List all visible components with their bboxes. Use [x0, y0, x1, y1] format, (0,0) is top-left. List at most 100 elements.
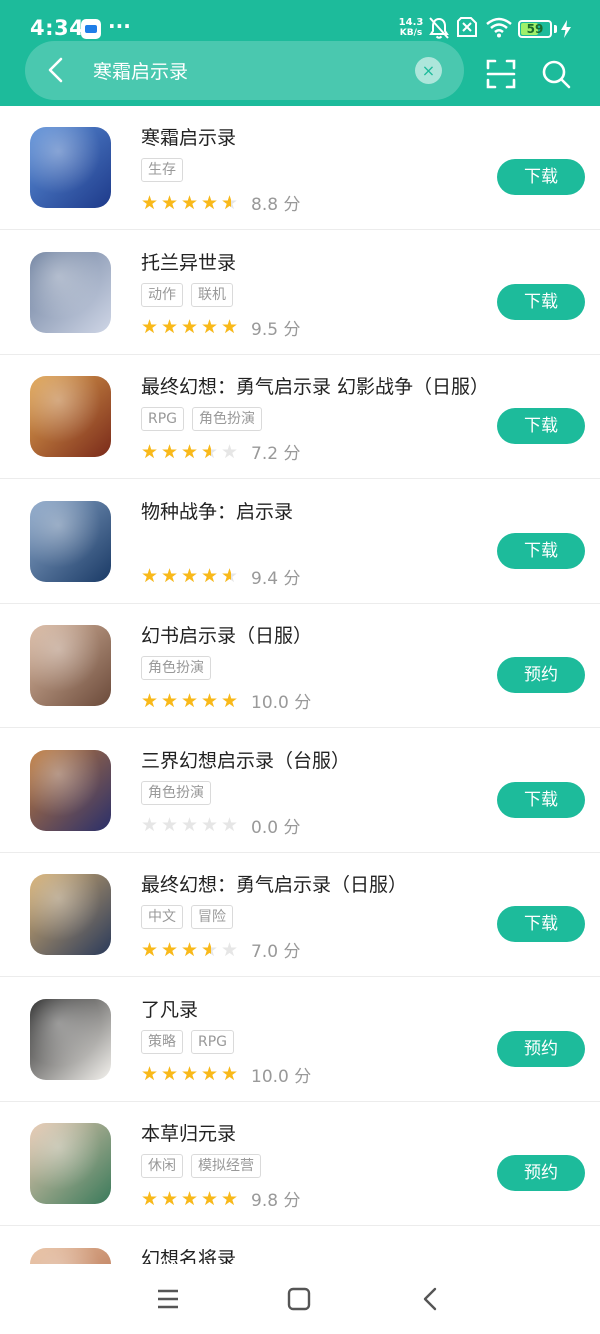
reserve-button[interactable]: 预约	[497, 657, 585, 693]
header: 4:34 ··· 14.3 KB/s 59 寒霜启示录 ×	[0, 0, 600, 106]
app-tag: 角色扮演	[141, 656, 211, 680]
search-icon[interactable]	[540, 58, 572, 90]
app-icon[interactable]	[30, 625, 111, 706]
rating-stars: ★ ★ ★ ★ ★ ★ ★ ★ ★	[141, 940, 241, 960]
star-icon: ★ ★	[201, 1187, 219, 1210]
app-row[interactable]: 幻想名将录	[0, 1227, 600, 1265]
app-rating: ★ ★ ★ ★ ★ ★ ★ ★ ★ ★ 10.0 分	[141, 688, 312, 714]
battery-level: 59	[526, 22, 544, 36]
app-tags: 策略 RPG	[141, 1029, 242, 1054]
app-rating: ★ ★ ★ ★ ★ ★ ★ ★ ★ ★ 9.8 分	[141, 1186, 300, 1212]
wifi-icon	[486, 17, 512, 38]
star-icon: ★ ★	[221, 1063, 239, 1085]
back-arrow-icon[interactable]	[41, 55, 71, 85]
star-icon: ★	[221, 938, 239, 961]
home-icon[interactable]	[286, 1286, 312, 1312]
app-rating: ★ ★ ★ ★ ★ ★ ★ ★ ★ 7.0 分	[141, 937, 300, 963]
star-icon: ★	[221, 814, 239, 836]
app-icon[interactable]	[30, 251, 111, 333]
app-tags: 角色扮演	[141, 780, 219, 805]
network-speed-unit: KB/s	[399, 28, 423, 38]
app-name[interactable]: 托兰异世录	[141, 248, 236, 275]
app-name[interactable]: 寒霜启示录	[141, 123, 236, 150]
app-row[interactable]: 三界幻想启示录（台服） 角色扮演 ★ ★ ★ ★ ★ 0.0 分 下载	[0, 729, 600, 853]
star-icon: ★ ★	[201, 689, 219, 712]
app-name[interactable]: 最终幻想：勇气启示录 幻影战争（日服）	[141, 372, 489, 399]
download-button[interactable]: 下载	[497, 906, 585, 942]
star-icon: ★ ★	[141, 689, 159, 712]
download-button[interactable]: 下载	[497, 283, 585, 320]
rating-stars: ★ ★ ★ ★ ★ ★ ★ ★ ★ ★	[141, 317, 241, 337]
app-row[interactable]: 幻书启示录（日服） 角色扮演 ★ ★ ★ ★ ★ ★ ★ ★ ★ ★ 10.0 分预约	[0, 604, 600, 728]
star-icon: ★ ★	[201, 1063, 219, 1085]
star-icon: ★ ★	[161, 191, 179, 214]
app-tags: 动作 联机	[141, 282, 241, 307]
app-row[interactable]: 最终幻想：勇气启示录（日服） 中文 冒险 ★ ★ ★ ★ ★ ★ ★ ★ ★ 7.0 分下载	[0, 853, 600, 977]
app-icon[interactable]	[30, 500, 111, 582]
app-name[interactable]: 幻想名将录	[141, 1244, 236, 1265]
app-icon[interactable]	[30, 376, 111, 457]
star-icon: ★ ★	[141, 565, 159, 587]
app-row[interactable]: 本草归元录休闲 模拟经营 ★ ★ ★ ★ ★ ★ ★ ★ ★ ★ 9.8 分 预约	[0, 1102, 600, 1226]
app-rating: ★ ★ ★ ★ ★ ★ ★ ★ ★ 7.2 分	[141, 439, 300, 465]
network-speed-value: 14.3	[398, 17, 424, 28]
app-row[interactable]: 物种战争：启示录 ★ ★ ★ ★ ★ ★ ★ ★ ★ ★ 9.4 分下载	[0, 480, 600, 604]
star-icon: ★	[161, 814, 179, 836]
app-name[interactable]: 本草归元录	[141, 1119, 236, 1146]
app-icon[interactable]	[30, 874, 111, 955]
scan-icon[interactable]	[485, 58, 517, 90]
app-tag: 角色扮演	[192, 407, 263, 431]
rating-stars: ★ ★ ★ ★ ★	[141, 815, 241, 835]
star-icon: ★ ★	[141, 316, 159, 338]
download-button[interactable]: 下载	[497, 781, 585, 818]
back-icon[interactable]	[418, 1286, 444, 1312]
app-icon[interactable]	[30, 1123, 111, 1204]
app-icon[interactable]	[30, 998, 111, 1080]
app-name[interactable]: 幻书启示录（日服）	[141, 621, 312, 648]
clear-search-button[interactable]: ×	[415, 57, 442, 84]
app-row[interactable]: 托兰异世录 动作 联机 ★ ★ ★ ★ ★ ★ ★ ★ ★ ★ 9.5 分下载	[0, 231, 600, 355]
star-icon: ★ ★	[181, 1187, 199, 1210]
star-icon: ★	[141, 814, 159, 836]
star-icon: ★ ★	[181, 938, 199, 961]
app-icon[interactable]	[30, 127, 111, 208]
app-score: 9.4 分	[251, 568, 301, 589]
sim-card-icon	[457, 17, 477, 37]
reserve-button[interactable]: 预约	[497, 1155, 585, 1191]
app-name[interactable]: 三界幻想启示录（台服）	[141, 746, 350, 773]
app-tag: RPG	[191, 1029, 235, 1054]
app-tag: RPG	[141, 407, 185, 431]
star-icon: ★ ★	[161, 689, 179, 712]
search-input[interactable]	[93, 53, 393, 87]
app-name[interactable]: 物种战争：启示录	[141, 497, 293, 524]
download-button[interactable]: 下载	[497, 408, 585, 444]
reserve-button[interactable]: 预约	[497, 1030, 585, 1067]
app-tag: 策略	[141, 1029, 183, 1054]
download-button[interactable]: 下载	[497, 532, 585, 569]
app-name[interactable]: 了凡录	[141, 995, 198, 1022]
charging-icon	[561, 20, 571, 38]
star-icon: ★ ★	[161, 938, 179, 961]
star-icon: ★ ★	[181, 689, 199, 712]
battery-tip	[554, 25, 557, 33]
search-results-list[interactable]: 寒霜启示录 生存 ★ ★ ★ ★ ★ ★ ★ ★ ★ ★ 8.8 分下载 托兰异世录 动作 联机 ★ ★ ★ ★ ★ ★ ★…	[0, 106, 600, 1264]
app-row[interactable]: 寒霜启示录 生存 ★ ★ ★ ★ ★ ★ ★ ★ ★ ★ 8.8 分下载	[0, 106, 600, 230]
app-icon[interactable]	[30, 749, 111, 831]
app-rating: ★ ★ ★ ★ ★ ★ ★ ★ ★ ★ 10.0 分	[141, 1062, 311, 1087]
star-icon: ★ ★	[201, 316, 219, 338]
app-row[interactable]: 了凡录策略 RPG ★ ★ ★ ★ ★ ★ ★ ★ ★ ★ 10.0 分 预约	[0, 978, 600, 1102]
star-icon: ★ ★	[221, 1187, 239, 1210]
app-row[interactable]: 最终幻想：勇气启示录 幻影战争（日服） RPG 角色扮演 ★ ★ ★ ★ ★ ★ ★ ★ ★ 7.2 分…	[0, 355, 600, 479]
app-name[interactable]: 最终幻想：勇气启示录（日服）	[141, 870, 407, 897]
menu-icon[interactable]	[155, 1286, 181, 1312]
app-icon[interactable]	[30, 1247, 111, 1264]
app-notification-icon	[81, 19, 101, 39]
app-rating: ★ ★ ★ ★ ★ 0.0 分	[141, 813, 300, 838]
app-score: 10.0 分	[251, 693, 312, 713]
app-tag: 模拟经营	[191, 1154, 261, 1178]
app-tag: 休闲	[141, 1154, 183, 1178]
star-icon: ★ ★	[181, 565, 199, 587]
download-button[interactable]: 下载	[497, 159, 585, 195]
app-tags: 角色扮演	[141, 656, 219, 680]
star-icon: ★	[221, 440, 239, 463]
